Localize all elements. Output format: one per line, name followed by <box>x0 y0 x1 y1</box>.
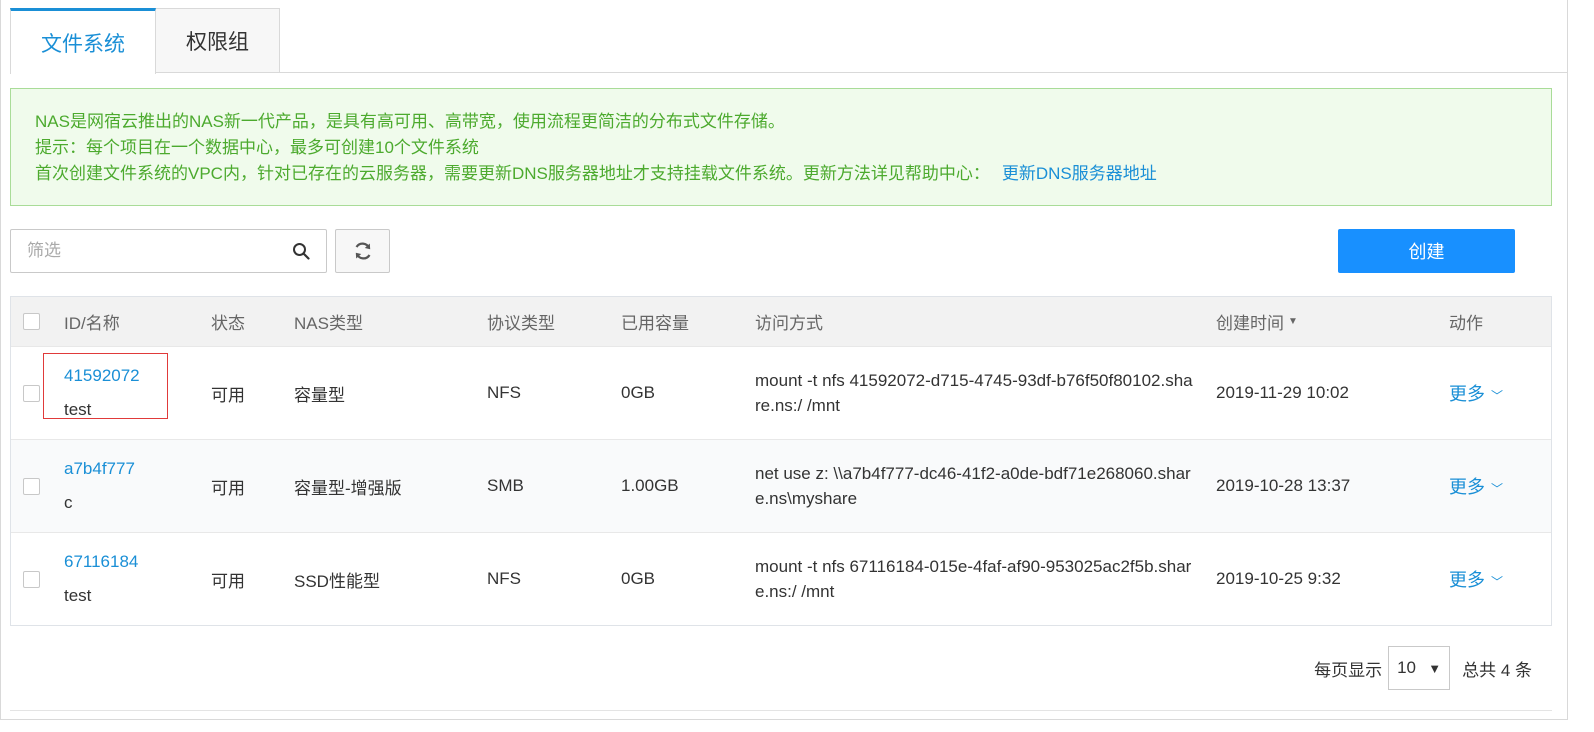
nas-type-cell: SSD性能型 <box>294 571 380 591</box>
protocol-cell: NFS <box>487 569 521 588</box>
row-checkbox-cell <box>23 347 40 439</box>
protocol-cell: SMB <box>487 476 524 495</box>
header-created-label: 创建时间 <box>1216 314 1284 333</box>
search-icon[interactable] <box>292 242 310 260</box>
notice-line-2: 提示：每个项目在一个数据中心，最多可创建10个文件系统 <box>35 138 479 157</box>
tab-divider <box>10 72 1568 73</box>
create-button[interactable]: 创建 <box>1338 229 1515 273</box>
nas-type-cell: 容量型 <box>294 385 345 405</box>
header-protocol: 协议类型 <box>487 314 555 333</box>
table-row: 67116184 test 可用 SSD性能型 NFS 0GB mount -t… <box>11 532 1551 625</box>
access-cell: mount -t nfs 67116184-015e-4faf-af90-953… <box>755 533 1195 625</box>
more-actions-button[interactable]: 更多 ﹀ <box>1449 473 1503 499</box>
more-actions-button[interactable]: 更多 ﹀ <box>1449 566 1503 592</box>
dropdown-arrow-icon: ▼ <box>1428 660 1442 676</box>
header-action: 动作 <box>1449 314 1483 333</box>
notice-line-3-text: 首次创建文件系统的VPC内，针对已存在的云服务器，需要更新DNS服务器地址才支持… <box>35 164 990 183</box>
sort-caret-icon: ▼ <box>1288 316 1298 327</box>
select-all-checkbox[interactable] <box>23 313 40 330</box>
protocol-cell: NFS <box>487 383 521 402</box>
header-nas-type: NAS类型 <box>294 314 363 333</box>
file-system-id-link[interactable]: 41592072 <box>64 359 140 393</box>
search-input[interactable] <box>11 230 281 272</box>
row-checkbox[interactable] <box>23 384 40 402</box>
row-checkbox-cell <box>23 440 40 532</box>
tab-file-system[interactable]: 文件系统 <box>10 8 156 74</box>
more-label: 更多 <box>1449 384 1485 404</box>
row-checkbox-cell <box>23 533 40 625</box>
more-label: 更多 <box>1449 477 1485 497</box>
status-cell: 可用 <box>211 385 245 405</box>
header-id-name: ID/名称 <box>64 314 120 333</box>
id-name-cell: 67116184 test <box>64 533 138 625</box>
chevron-down-icon: ﹀ <box>1491 575 1504 589</box>
tab-permission-group[interactable]: 权限组 <box>156 8 280 73</box>
chevron-down-icon: ﹀ <box>1491 482 1504 496</box>
file-system-id-link[interactable]: 67116184 <box>64 545 138 579</box>
file-system-name: test <box>64 586 92 605</box>
id-name-cell: 41592072 test <box>64 347 140 439</box>
status-cell: 可用 <box>211 478 245 498</box>
per-page-label: 每页显示 <box>1314 660 1383 680</box>
header-access: 访问方式 <box>755 314 823 333</box>
row-checkbox[interactable] <box>23 477 40 495</box>
file-system-id-link[interactable]: a7b4f777 <box>64 452 135 486</box>
access-command: mount -t nfs 67116184-015e-4faf-af90-953… <box>755 557 1192 601</box>
table-row: 41592072 test 可用 容量型 NFS 0GB mount -t nf… <box>11 346 1551 439</box>
header-used-capacity: 已用容量 <box>621 314 689 333</box>
action-cell: 更多 ﹀ <box>1449 533 1503 625</box>
per-page-value: 10 <box>1397 658 1417 677</box>
created-time-cell: 2019-10-25 9:32 <box>1216 569 1341 588</box>
file-system-name: test <box>64 400 92 419</box>
pagination: 每页显示 10 ▼ 总共 4 条 <box>1314 646 1532 690</box>
total-count: 总共 4 条 <box>1462 660 1532 680</box>
access-command: mount -t nfs 41592072-d715-4745-93df-b76… <box>755 371 1193 415</box>
header-created-time[interactable]: 创建时间 ▼ <box>1216 297 1298 346</box>
nas-type-cell: 容量型-增强版 <box>294 478 402 498</box>
update-dns-link[interactable]: 更新DNS服务器地址 <box>1002 164 1157 183</box>
access-command: net use z: \\a7b4f777-dc46-41f2-a0de-bdf… <box>755 464 1191 508</box>
refresh-button[interactable] <box>335 229 390 273</box>
used-capacity-cell: 0GB <box>621 569 656 588</box>
access-cell: net use z: \\a7b4f777-dc46-41f2-a0de-bdf… <box>755 440 1195 532</box>
bottom-divider <box>10 710 1552 711</box>
per-page-select[interactable]: 10 ▼ <box>1388 646 1451 690</box>
created-time-cell: 2019-11-29 10:02 <box>1216 383 1349 402</box>
notice-line-1: NAS是网宿云推出的NAS新一代产品，是具有高可用、高带宽，使用流程更简洁的分布… <box>35 112 785 131</box>
access-cell: mount -t nfs 41592072-d715-4745-93df-b76… <box>755 347 1195 439</box>
status-cell: 可用 <box>211 571 245 591</box>
table-header: ID/名称 状态 NAS类型 协议类型 已用容量 访问方式 创建时间 ▼ 动作 <box>11 297 1551 346</box>
more-actions-button[interactable]: 更多 ﹀ <box>1449 380 1503 406</box>
refresh-icon <box>355 242 370 260</box>
info-notice: NAS是网宿云推出的NAS新一代产品，是具有高可用、高带宽，使用流程更简洁的分布… <box>10 88 1552 206</box>
used-capacity-cell: 0GB <box>621 383 656 402</box>
chevron-down-icon: ﹀ <box>1491 389 1504 403</box>
created-time-cell: 2019-10-28 13:37 <box>1216 476 1351 495</box>
action-cell: 更多 ﹀ <box>1449 347 1503 439</box>
header-status: 状态 <box>211 314 245 333</box>
table-row: a7b4f777 c 可用 容量型-增强版 SMB 1.00GB net use… <box>11 439 1551 532</box>
row-checkbox[interactable] <box>23 570 40 588</box>
action-cell: 更多 ﹀ <box>1449 440 1503 532</box>
used-capacity-cell: 1.00GB <box>621 476 679 495</box>
id-name-cell: a7b4f777 c <box>64 440 135 532</box>
file-system-name: c <box>64 493 73 512</box>
select-all-cell <box>23 297 40 346</box>
tab-bar: 文件系统 权限组 <box>10 8 280 74</box>
notice-line-3: 首次创建文件系统的VPC内，针对已存在的云服务器，需要更新DNS服务器地址才支持… <box>35 161 1527 187</box>
more-label: 更多 <box>1449 570 1485 590</box>
file-system-table: ID/名称 状态 NAS类型 协议类型 已用容量 访问方式 创建时间 ▼ 动作 4… <box>10 296 1552 626</box>
search-box <box>10 229 327 273</box>
